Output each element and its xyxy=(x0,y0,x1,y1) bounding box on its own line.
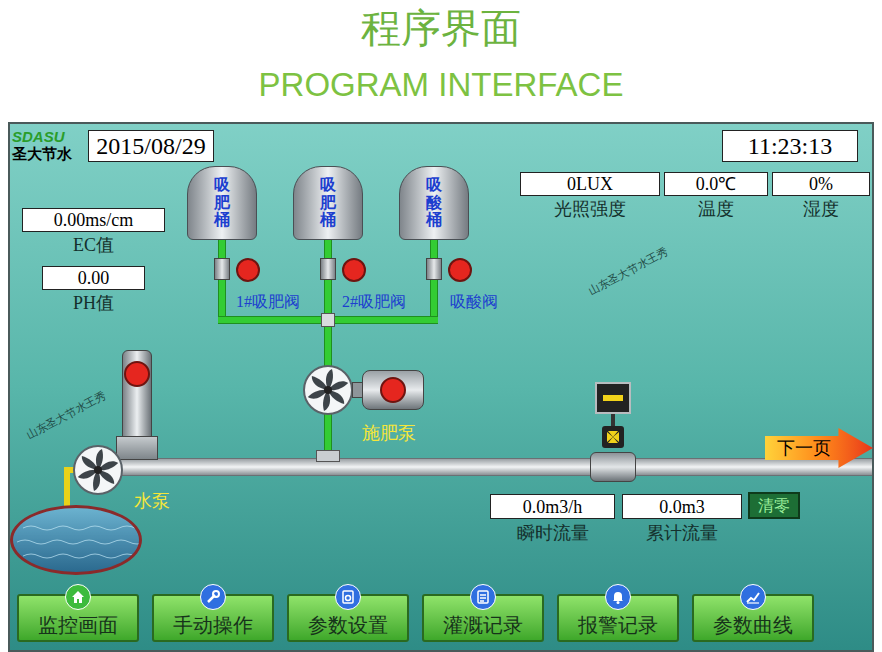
fertilizer-pipe xyxy=(430,240,438,322)
status-indicator xyxy=(124,361,150,387)
tank-label: 吸肥桶 xyxy=(320,176,336,239)
main-pipe xyxy=(100,458,872,476)
fertilizer-tank: 吸肥桶 xyxy=(293,166,363,240)
display-bar xyxy=(603,395,623,401)
page-title: 程序界面 xyxy=(361,4,521,52)
page-header: 程序界面 PROGRAM INTERFACE xyxy=(0,0,882,122)
sensor-value: 0LUX xyxy=(520,172,660,196)
date-display: 2015/08/29 xyxy=(88,130,214,162)
nav-icon xyxy=(65,584,91,610)
nav-button[interactable]: 灌溉记录 xyxy=(422,594,544,642)
ph-value: 0.00 xyxy=(42,266,145,290)
nav-button[interactable]: 监控画面 xyxy=(17,594,139,642)
fertilizer-pump-motor xyxy=(362,370,424,410)
fertilizer-tank: 吸肥桶 xyxy=(187,166,257,240)
next-page-button[interactable]: 下一页 xyxy=(765,428,873,468)
water-pond xyxy=(10,505,142,575)
valve-body xyxy=(426,258,442,280)
ph-label: PH值 xyxy=(42,292,145,314)
status-indicator xyxy=(236,258,260,282)
flow-meter-display xyxy=(595,382,631,414)
water-pump-motor xyxy=(122,350,152,438)
nav-button[interactable]: 参数设置 xyxy=(287,594,409,642)
nav-bar: 监控画面 手动操作 参数设置 灌溉记录 报警记录 参数曲线 xyxy=(10,578,872,650)
fertilizer-pump-label: 施肥泵 xyxy=(362,422,416,444)
watermark: 山东圣大节水王秀 xyxy=(586,244,670,298)
fertilizer-pipe xyxy=(218,240,226,322)
sensor-value: 0.0℃ xyxy=(664,172,768,196)
total-flow-value: 0.0m3 xyxy=(622,494,742,519)
valve-body xyxy=(320,258,336,280)
fertilizer-pipe xyxy=(324,240,332,322)
fan-icon xyxy=(302,364,354,416)
sensor-label: 光照强度 xyxy=(520,198,660,220)
page-subtitle: PROGRAM INTERFACE xyxy=(259,66,624,104)
tank-label: 吸酸桶 xyxy=(426,176,442,239)
next-page-label: 下一页 xyxy=(777,436,831,460)
instant-flow-value: 0.0m3/h xyxy=(490,494,615,519)
water-pump-label: 水泵 xyxy=(134,490,170,512)
suction-pipe xyxy=(64,467,70,507)
status-indicator xyxy=(448,258,472,282)
nav-label: 灌溉记录 xyxy=(443,613,523,637)
nav-button[interactable]: 参数曲线 xyxy=(692,594,814,642)
hmi-panel: SDASU圣大节水 2015/08/29 11:23:13 0LUX光照强度0.0℃温… xyxy=(8,122,874,652)
nav-icon xyxy=(605,584,631,610)
nav-label: 参数曲线 xyxy=(713,613,793,637)
time-display: 11:23:13 xyxy=(722,130,858,162)
tank-label: 吸肥桶 xyxy=(214,176,230,239)
valve-label: 2#吸肥阀 xyxy=(342,292,406,312)
nav-icon xyxy=(740,584,766,610)
logo: SDASU圣大节水 xyxy=(12,128,72,162)
sensor-label: 湿度 xyxy=(772,198,870,220)
valve-label: 吸酸阀 xyxy=(450,292,498,312)
fan-icon xyxy=(72,444,124,496)
valve-label: 1#吸肥阀 xyxy=(236,292,300,312)
flow-meter-body xyxy=(590,452,636,482)
nav-label: 报警记录 xyxy=(578,613,658,637)
nav-icon xyxy=(200,584,226,610)
logo-brand: SDASU xyxy=(12,128,72,145)
nav-icon xyxy=(335,584,361,610)
pipe-junction xyxy=(321,313,335,327)
watermark: 山东圣大节水王秀 xyxy=(24,388,108,442)
ec-value: 0.00ms/cm xyxy=(22,208,165,232)
nav-button[interactable]: 报警记录 xyxy=(557,594,679,642)
flow-meter-stem xyxy=(611,414,615,426)
ec-label: EC值 xyxy=(22,234,165,256)
process-diagram: SDASU圣大节水 2015/08/29 11:23:13 0LUX光照强度0.0℃温… xyxy=(10,124,872,578)
pipe-tee xyxy=(316,450,340,462)
total-flow-label: 累计流量 xyxy=(622,522,742,544)
nav-label: 参数设置 xyxy=(308,613,388,637)
nav-label: 手动操作 xyxy=(173,613,253,637)
logo-name: 圣大节水 xyxy=(12,145,72,162)
status-indicator xyxy=(342,258,366,282)
nav-icon xyxy=(470,584,496,610)
nav-label: 监控画面 xyxy=(38,613,118,637)
reset-button[interactable]: 清零 xyxy=(748,492,800,519)
sensor-value: 0% xyxy=(772,172,870,196)
water-pump-base xyxy=(116,436,158,460)
instant-flow-label: 瞬时流量 xyxy=(490,522,615,544)
fertilizer-tank: 吸酸桶 xyxy=(399,166,469,240)
status-indicator xyxy=(380,377,406,403)
sensor-label: 温度 xyxy=(664,198,768,220)
nav-button[interactable]: 手动操作 xyxy=(152,594,274,642)
flow-meter-fan-icon xyxy=(602,426,624,448)
valve-body xyxy=(214,258,230,280)
